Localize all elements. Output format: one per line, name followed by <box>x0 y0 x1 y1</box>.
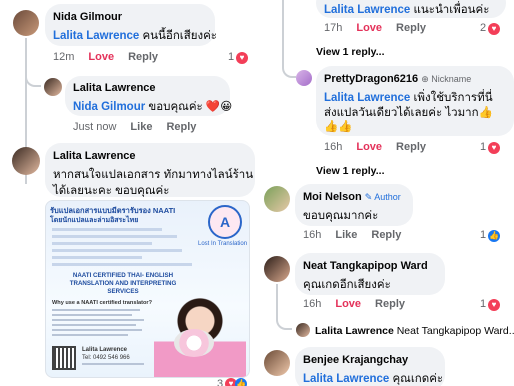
reaction-count: 1 <box>228 51 235 63</box>
mention-link[interactable]: Lalita Lawrence <box>324 92 410 104</box>
mention-link[interactable]: Lalita Lawrence <box>303 373 389 385</box>
flyer-text-line <box>52 228 162 231</box>
author-badge: ✎ Author <box>364 192 401 202</box>
mention-link[interactable]: Lalita Lawrence <box>53 30 139 42</box>
comment-time[interactable]: 16h <box>324 141 342 153</box>
comment-text: Lalita Lawrence คนนี้อีกเสียงค่ะ <box>53 30 217 42</box>
comment-actions: 12m Love Reply <box>53 51 172 63</box>
comment-author[interactable]: Nida Gilmour <box>53 11 122 23</box>
like-button[interactable]: Like <box>130 121 152 133</box>
reaction-count: 1 <box>480 141 487 153</box>
comment-author: PrettyDragon6216 ⊕ Nickname <box>324 73 471 85</box>
flyer-text-line <box>52 249 182 252</box>
flyer-text-line <box>52 329 142 331</box>
comment-author[interactable]: Lalita Lawrence <box>53 150 136 162</box>
reaction-count: 1 <box>480 298 487 310</box>
mention-link[interactable]: Nida Gilmour <box>73 101 145 113</box>
thread-elbow <box>276 284 292 330</box>
comment-time[interactable]: 17h <box>324 22 342 34</box>
flyer-why: Why use a NAATI certified translator? <box>52 300 152 306</box>
flyer-text-line <box>52 334 128 336</box>
comment-text-line2: ได้เลยนะคะ ขอบคุณค่ะ <box>53 185 170 197</box>
comment-actions: 16h Love Reply <box>324 141 440 153</box>
heart-reaction-icon[interactable]: ♥ <box>488 23 500 35</box>
heart-reaction-icon[interactable]: ♥ <box>488 142 500 154</box>
flyer-text-line <box>52 263 192 266</box>
flyer-text-line <box>52 309 140 311</box>
reply-button[interactable]: Reply <box>396 22 426 34</box>
comment-author[interactable]: Lalita Lawrence <box>73 82 156 94</box>
comment-actions: 16h Like Reply <box>303 229 415 241</box>
avatar-lalita-lawrence[interactable] <box>12 147 40 175</box>
avatar-lalita-lawrence[interactable] <box>44 78 62 96</box>
flyer-text-line <box>52 256 142 259</box>
heart-reaction-icon[interactable]: ♥ <box>236 52 248 64</box>
reply-button[interactable]: Reply <box>128 51 158 63</box>
love-button[interactable]: Love <box>88 51 114 63</box>
avatar-nida-gilmour[interactable] <box>13 10 39 36</box>
flyer-text-line <box>52 319 144 321</box>
flyer-text-line <box>52 242 152 245</box>
avatar-neat-tangkapipop-ward[interactable] <box>264 256 290 282</box>
flyer-phone: Tel: 0492 546 966 <box>82 355 130 361</box>
love-button[interactable]: Love <box>335 298 361 310</box>
naati-flyer-image[interactable]: รับแปลเอกสารแบบมีตรารับรอง NAATI โดยนักแ… <box>45 200 250 378</box>
comment-actions: 16h Love Reply <box>303 298 419 310</box>
avatar-benjee-krajangchay[interactable] <box>264 350 290 376</box>
comment-author[interactable]: Neat Tangkapipop Ward <box>303 260 428 272</box>
comment-text: Nida Gilmour ขอบคุณค่ะ ❤️😀 <box>73 101 233 113</box>
reply-preview[interactable]: Lalita Lawrence Neat Tangkapipop Ward... <box>315 325 514 337</box>
comment-time[interactable]: 12m <box>53 51 74 63</box>
view-replies-link[interactable]: View 1 reply... <box>316 165 384 177</box>
reply-button[interactable]: Reply <box>166 121 196 133</box>
thread-elbow <box>282 0 296 78</box>
like-reaction-icon[interactable]: 👍 <box>488 230 500 242</box>
flyer-text-line <box>82 363 144 365</box>
avatar-prettydragon[interactable] <box>296 70 312 86</box>
comment-text: Lalita Lawrence แนะนำเพื่อนค่ะ <box>324 4 490 16</box>
qr-code-icon <box>52 346 76 370</box>
reaction-count: 2 <box>480 22 487 34</box>
comment-text: คุณเกดอีกเสียงค่ะ <box>303 279 391 291</box>
flower-bouquet <box>174 329 214 357</box>
heart-reaction-icon[interactable]: ♥ <box>488 299 500 311</box>
flyer-text-line <box>52 324 136 326</box>
flyer-brand: Lost In Translation <box>198 241 248 247</box>
author-link[interactable]: PrettyDragon6216 <box>324 73 418 85</box>
nickname-badge: ⊕ Nickname <box>421 74 472 84</box>
comment-author[interactable]: Benjee Krajangchay <box>303 354 408 366</box>
flyer-block-title: NAATI CERTIFIED THAI- ENGLISH TRANSLATIO… <box>69 272 177 295</box>
like-button[interactable]: Like <box>335 229 357 241</box>
reply-button[interactable]: Reply <box>371 229 401 241</box>
comment-actions: 17h Love Reply <box>324 22 440 34</box>
comment-time[interactable]: 16h <box>303 229 321 241</box>
view-replies-link[interactable]: View 1 reply... <box>316 46 384 58</box>
reply-button[interactable]: Reply <box>375 298 405 310</box>
flyer-contact-name: Lalita Lawrence <box>82 347 128 353</box>
comment-actions: Just now Like Reply <box>73 121 210 133</box>
flyer-subtitle: โดยนักแปลและล่ามอิสระไทย <box>50 217 139 224</box>
flyer-text-line <box>52 314 132 316</box>
author-link[interactable]: Moi Nelson <box>303 191 362 203</box>
reaction-count: 3 <box>217 378 224 386</box>
mention-link[interactable]: Lalita Lawrence <box>324 4 410 16</box>
flyer-text-line <box>52 235 177 238</box>
comment-time[interactable]: Just now <box>73 121 116 133</box>
comment-text: ขอบคุณมากค่ะ <box>303 210 379 222</box>
comment-author: Moi Nelson ✎ Author <box>303 191 401 203</box>
reply-button[interactable]: Reply <box>396 141 426 153</box>
like-reaction-icon[interactable]: 👍 <box>235 378 247 386</box>
thread-elbow <box>25 62 41 87</box>
reaction-count: 1 <box>480 229 487 241</box>
love-button[interactable]: Love <box>356 141 382 153</box>
comment-text-line3: 👍👍 <box>324 121 353 133</box>
brand-logo-icon: A <box>208 205 242 239</box>
comment-time[interactable]: 16h <box>303 298 321 310</box>
avatar-moi-nelson[interactable] <box>264 186 290 212</box>
comment-text: Lalita Lawrence คุณเกดค่ะ <box>303 373 444 385</box>
avatar-lalita-lawrence[interactable] <box>296 323 310 337</box>
love-button[interactable]: Love <box>356 22 382 34</box>
